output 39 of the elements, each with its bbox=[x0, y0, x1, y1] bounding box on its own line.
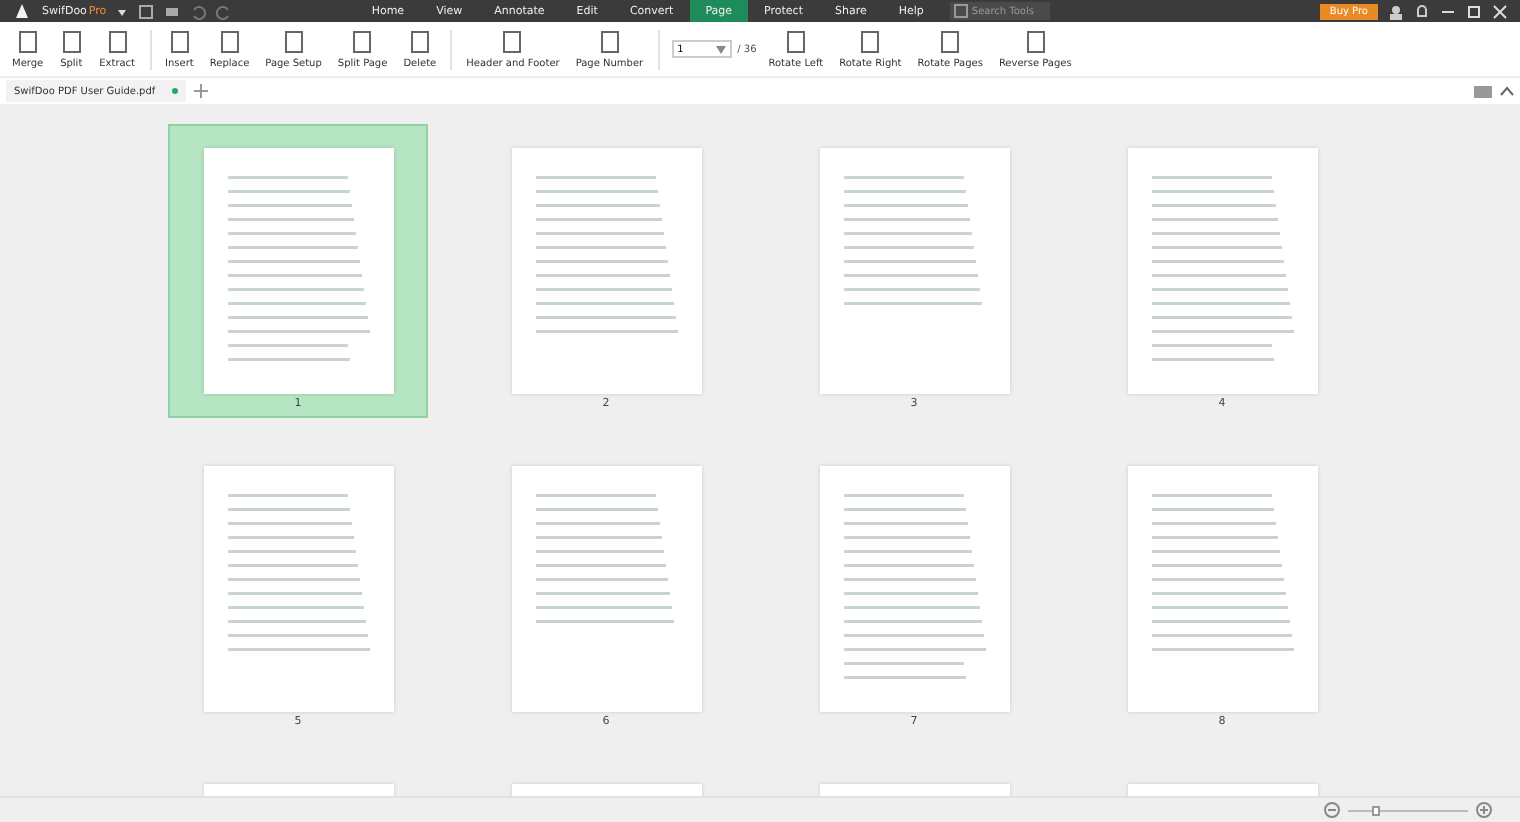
page-icon bbox=[281, 29, 306, 53]
bell-icon[interactable] bbox=[1414, 3, 1430, 19]
page-icon bbox=[407, 29, 432, 53]
page-thumbnail[interactable] bbox=[1127, 466, 1317, 712]
page-icon bbox=[15, 29, 40, 53]
caret-icon[interactable] bbox=[116, 5, 129, 17]
print-icon[interactable] bbox=[164, 3, 181, 19]
grid-icon bbox=[953, 4, 968, 18]
zoom-in-icon[interactable] bbox=[1476, 802, 1492, 818]
page-thumbnail[interactable] bbox=[203, 466, 393, 712]
plus-icon[interactable] bbox=[193, 84, 208, 98]
page-thumbnail[interactable] bbox=[511, 148, 701, 394]
slider-thumb[interactable] bbox=[1372, 805, 1380, 815]
page-icon bbox=[217, 29, 242, 53]
save-icon[interactable] bbox=[138, 3, 155, 19]
collapse-icon[interactable] bbox=[1500, 86, 1514, 96]
page-icon bbox=[597, 29, 622, 53]
page-icon bbox=[500, 29, 525, 53]
page-icon bbox=[167, 29, 192, 53]
page-thumbnail[interactable] bbox=[1127, 148, 1317, 394]
maximize-icon[interactable] bbox=[1466, 3, 1482, 19]
redo-icon[interactable] bbox=[216, 3, 233, 19]
undo-icon[interactable] bbox=[190, 3, 207, 19]
page-icon bbox=[783, 29, 808, 53]
zoom-out-icon[interactable] bbox=[1324, 802, 1340, 818]
page-thumbnail[interactable] bbox=[819, 466, 1009, 712]
page-icon bbox=[858, 29, 883, 53]
caret-icon[interactable] bbox=[715, 45, 726, 53]
page-thumbnail[interactable] bbox=[511, 466, 701, 712]
close-icon[interactable] bbox=[1492, 3, 1508, 19]
user-icon[interactable] bbox=[1388, 3, 1404, 19]
page-thumbnail[interactable] bbox=[819, 148, 1009, 394]
page-icon bbox=[105, 29, 130, 53]
page-thumbnail[interactable] bbox=[203, 148, 393, 394]
page-icon bbox=[1023, 29, 1048, 53]
page-icon bbox=[59, 29, 84, 53]
page-icon bbox=[938, 29, 963, 53]
page-badge-icon[interactable] bbox=[1474, 85, 1492, 97]
page-icon bbox=[350, 29, 375, 53]
